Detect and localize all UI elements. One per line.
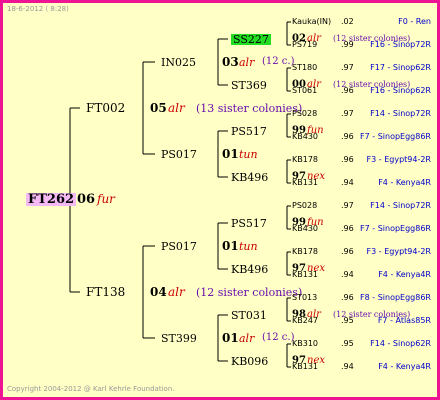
gen2-id: ST399: [161, 331, 197, 345]
gen4-line: F3 - Egypt94-2R: [366, 247, 431, 256]
gen2-year: 03: [222, 55, 239, 69]
gen2-year: 01: [222, 147, 239, 161]
gen2-id: PS017: [161, 147, 197, 161]
gen4-year: .97: [341, 201, 354, 210]
gen4-id: PS028: [292, 109, 318, 118]
gen4-line: F4 - Kenya4R: [378, 270, 431, 279]
gen4-id: KB310: [292, 339, 319, 348]
pedigree-frame: 18-6-2012 ( 8:28) Copyright 2004-2012 @ …: [0, 0, 440, 400]
gen1-id: FT002: [86, 101, 126, 115]
gen2-id: PS017: [161, 239, 197, 253]
gen4-id: KB178: [292, 155, 319, 164]
gen4-year: .97: [341, 63, 354, 72]
gen1-note: (13 sister colonies): [196, 101, 303, 115]
gen2-breeder: alr: [239, 55, 255, 69]
gen4-line: F0 - Ren: [398, 17, 431, 26]
gen4-id: PS028: [292, 201, 318, 210]
gen2-note: (12 c.): [262, 56, 295, 67]
gen4-id: ST180: [292, 63, 318, 72]
gen3-id: KB496: [231, 262, 269, 276]
gen4-id: KB247: [292, 316, 319, 325]
gen4-id: PS719: [292, 40, 318, 49]
root-year: 06: [77, 191, 96, 207]
gen2-id: IN025: [161, 55, 196, 69]
gen4-id: ST061: [292, 86, 318, 95]
gen4-year: .02: [341, 17, 354, 26]
gen2-year: 01: [222, 331, 239, 345]
gen3-id: ST031: [231, 308, 267, 322]
gen2-note: (12 c.): [262, 332, 295, 343]
gen4-year: .96: [341, 155, 354, 164]
gen4-year: .96: [341, 132, 354, 141]
gen4-year: .96: [341, 293, 354, 302]
gen4-id: ST013: [292, 293, 318, 302]
gen4-year: .96: [341, 86, 354, 95]
gen4-line: F4 - Kenya4R: [378, 362, 431, 371]
root-id: FT262: [26, 191, 77, 207]
gen4-line: F7 - Atlas85R: [377, 316, 431, 325]
gen4-line: F16 - Sinop72R: [370, 40, 431, 49]
gen4-year: .94: [341, 362, 354, 371]
gen4-year: .96: [341, 224, 354, 233]
gen3-id: SS227: [231, 32, 271, 46]
gen4-line: F4 - Kenya4R: [378, 178, 431, 187]
gen3-id: PS517: [231, 216, 267, 230]
gen2-year: 01: [222, 239, 239, 253]
root-breeder: fur: [97, 192, 115, 206]
gen4-id: KB430: [292, 132, 319, 141]
gen3-id: KB096: [231, 354, 269, 368]
gen4-line: F17 - Sinop62R: [370, 63, 431, 72]
gen4-year: .94: [341, 178, 354, 187]
gen1-breeder: alr: [168, 285, 185, 299]
gen4-id: Kauka(IN): [292, 17, 332, 26]
gen3-id: PS517: [231, 124, 267, 138]
gen4-line: F8 - SinopEgg86R: [360, 293, 431, 302]
gen1-breeder: alr: [168, 101, 185, 115]
gen4-year: .95: [341, 339, 354, 348]
gen4-id: KB131: [292, 178, 319, 187]
gen3-id: KB496: [231, 170, 269, 184]
gen4-id: KB430: [292, 224, 319, 233]
gen4-line: F7 - SinopEgg86R: [360, 224, 431, 233]
gen1-id: FT138: [86, 285, 126, 299]
gen4-year: .99: [341, 40, 354, 49]
gen2-breeder: alr: [239, 331, 255, 345]
gen3-id: ST369: [231, 78, 267, 92]
gen4-line: F14 - Sinop72R: [370, 109, 431, 118]
gen4-year: .96: [341, 247, 354, 256]
gen4-year: .95: [341, 316, 354, 325]
gen4-line: F14 - Sinop62R: [370, 339, 431, 348]
gen2-breeder: tun: [239, 147, 258, 161]
gen4-line: F7 - SinopEgg86R: [360, 132, 431, 141]
gen4-line: F3 - Egypt94-2R: [366, 155, 431, 164]
gen4-id: KB131: [292, 270, 319, 279]
gen4-year: .94: [341, 270, 354, 279]
gen4-line: F14 - Sinop72R: [370, 201, 431, 210]
gen2-breeder: tun: [239, 239, 258, 253]
gen4-year: .97: [341, 109, 354, 118]
gen1-year: 05: [150, 101, 167, 115]
gen1-year: 04: [150, 285, 167, 299]
gen4-line: F16 - Sinop62R: [370, 86, 431, 95]
gen4-id: KB131: [292, 362, 319, 371]
gen4-id: KB178: [292, 247, 319, 256]
gen1-note: (12 sister colonies): [196, 285, 303, 299]
